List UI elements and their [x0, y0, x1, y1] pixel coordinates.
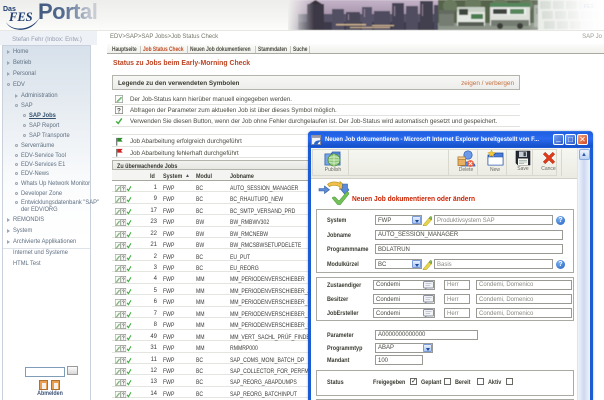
svg-text:?: ? [122, 346, 125, 352]
svg-text:?: ? [122, 209, 125, 215]
svg-text:?: ? [122, 197, 125, 203]
svg-text:?: ? [122, 323, 125, 329]
svg-text:?: ? [122, 243, 125, 249]
svg-text:?: ? [122, 289, 125, 295]
svg-text:?: ? [122, 186, 125, 192]
svg-text:?: ? [122, 278, 125, 284]
svg-text:?: ? [122, 381, 125, 387]
svg-text:?: ? [122, 358, 125, 364]
svg-text:?: ? [122, 369, 125, 375]
svg-text:?: ? [122, 220, 125, 226]
svg-text:?: ? [122, 300, 125, 306]
svg-text:?: ? [122, 232, 125, 238]
svg-text:?: ? [117, 107, 121, 114]
svg-text:?: ? [122, 266, 125, 272]
svg-text:?: ? [122, 392, 125, 398]
svg-text:?: ? [122, 255, 125, 261]
svg-text:?: ? [122, 312, 125, 318]
svg-text:?: ? [122, 335, 125, 341]
